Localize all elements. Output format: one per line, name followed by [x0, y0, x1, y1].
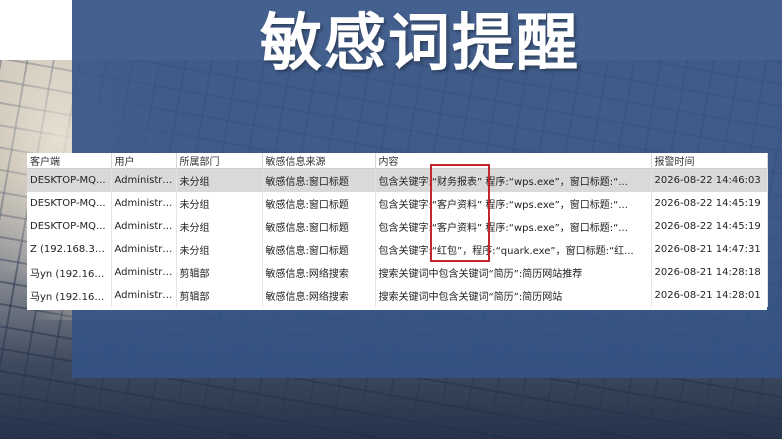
cell-client: 马yn (192.168.3... — [27, 284, 112, 307]
cell-content: 搜索关键词中包含关键词“简历”:简历网站 — [375, 284, 652, 307]
cell-client: DESKTOP-MQ... — [27, 215, 112, 238]
cell-user: Administra... — [111, 261, 177, 284]
column-header-source[interactable]: 敏感信息来源 — [262, 153, 376, 169]
alert-table: 客户端 用户 所属部门 敏感信息来源 内容 报警时间 DESKTOP-MQ...… — [27, 153, 768, 307]
column-header-department[interactable]: 所属部门 — [176, 153, 263, 169]
table-row[interactable]: 马yn (192.168.3... Administra... 剪辑部 敏感信息… — [27, 261, 768, 284]
cell-user: Administra... — [111, 192, 177, 215]
cell-department: 未分组 — [176, 215, 263, 238]
cell-content: 包含关键字:“客户资料” 程序:“wps.exe”，窗口标题:“... — [375, 215, 652, 238]
cell-alert-time: 2026-08-21 14:47:31 — [651, 238, 768, 261]
cell-client: Z (192.168.3.34) — [27, 238, 112, 261]
table-row[interactable]: DESKTOP-MQ... Administra... 未分组 敏感信息:窗口标… — [27, 168, 768, 192]
cell-content: 搜索关键词中包含关键词“简历”:简历网站推荐 — [375, 261, 652, 284]
cell-content: 包含关键字:“财务报表” 程序:“wps.exe”，窗口标题:“... — [375, 168, 652, 192]
cell-department: 剪辑部 — [176, 284, 263, 307]
cell-source: 敏感信息:网络搜索 — [262, 261, 376, 284]
cell-user: Administra... — [111, 168, 177, 192]
cell-source: 敏感信息:窗口标题 — [262, 192, 376, 215]
column-header-alert-time[interactable]: 报警时间 — [651, 153, 768, 169]
cell-content: 包含关键字:“客户资料” 程序:“wps.exe”，窗口标题:“... — [375, 192, 652, 215]
column-header-content[interactable]: 内容 — [375, 153, 652, 169]
table-row[interactable]: DESKTOP-MQ... Administra... 未分组 敏感信息:窗口标… — [27, 192, 768, 215]
alert-table-container: 客户端 用户 所属部门 敏感信息来源 内容 报警时间 DESKTOP-MQ...… — [27, 153, 768, 310]
column-header-client[interactable]: 客户端 — [27, 153, 112, 169]
table-row[interactable]: 马yn (192.168.3... Administra... 剪辑部 敏感信息… — [27, 284, 768, 307]
cell-client: DESKTOP-MQ... — [27, 192, 112, 215]
cell-content: 包含关键字:“红包”，程序:“quark.exe”，窗口标题:“红... — [375, 238, 652, 261]
cell-alert-time: 2026-08-22 14:45:19 — [651, 215, 768, 238]
cell-source: 敏感信息:窗口标题 — [262, 215, 376, 238]
cell-source: 敏感信息:窗口标题 — [262, 168, 376, 192]
cell-client: DESKTOP-MQ... — [27, 168, 112, 192]
cell-alert-time: 2026-08-21 14:28:18 — [651, 261, 768, 284]
headline-title: 敏感词提醒 — [260, 6, 581, 79]
cell-department: 剪辑部 — [176, 261, 263, 284]
cell-department: 未分组 — [176, 168, 263, 192]
cell-department: 未分组 — [176, 192, 263, 215]
cell-client: 马yn (192.168.3... — [27, 261, 112, 284]
cell-alert-time: 2026-08-22 14:46:03 — [651, 168, 768, 192]
column-header-user[interactable]: 用户 — [111, 153, 177, 169]
cell-user: Administra... — [111, 284, 177, 307]
table-header-row: 客户端 用户 所属部门 敏感信息来源 内容 报警时间 — [27, 153, 768, 169]
cell-source: 敏感信息:窗口标题 — [262, 238, 376, 261]
cell-alert-time: 2026-08-22 14:45:19 — [651, 192, 768, 215]
cell-user: Administra... — [111, 238, 177, 261]
table-row[interactable]: Z (192.168.3.34) Administra... 未分组 敏感信息:… — [27, 238, 768, 261]
table-row[interactable]: DESKTOP-MQ... Administra... 未分组 敏感信息:窗口标… — [27, 215, 768, 238]
cell-department: 未分组 — [176, 238, 263, 261]
cell-user: Administra... — [111, 215, 177, 238]
cell-alert-time: 2026-08-21 14:28:01 — [651, 284, 768, 307]
cell-source: 敏感信息:网络搜索 — [262, 284, 376, 307]
